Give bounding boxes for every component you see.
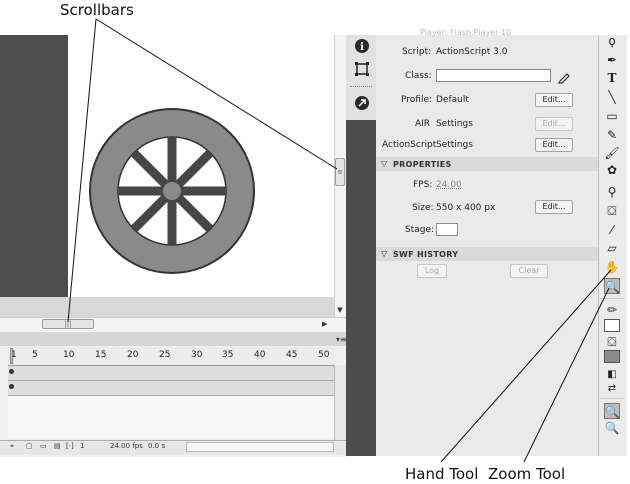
line-icon[interactable]: ╲ xyxy=(604,89,620,105)
elapsed-time: 0.0 s xyxy=(148,442,166,450)
timeline-empty-area xyxy=(8,397,334,439)
bone-icon[interactable]: ⚲ xyxy=(604,184,620,200)
size-edit-button[interactable]: Edit... xyxy=(535,200,573,214)
delete-layer-icon[interactable]: ▤ xyxy=(54,442,61,450)
size-value: 550 x 400 px xyxy=(436,203,496,213)
fps-label: FPS: xyxy=(413,180,433,190)
timeline-tick: 1 xyxy=(11,350,17,360)
wheel-hub xyxy=(163,182,181,200)
hand-tool-callout: Hand Tool xyxy=(405,465,479,483)
zoom-in-option-icon[interactable]: 🔍 xyxy=(604,403,620,419)
rectangle-icon[interactable]: ▭ xyxy=(604,108,620,124)
clear-button[interactable]: Clear xyxy=(510,264,548,278)
hand-icon[interactable]: ✋ xyxy=(604,259,620,275)
scrollbars-callout: Scrollbars xyxy=(60,1,134,19)
actionscript-edit-button[interactable]: Edit... xyxy=(535,138,573,152)
timeline-layer-row[interactable] xyxy=(8,366,334,381)
profile-label: Profile: xyxy=(401,95,433,105)
stage-horizontal-scroll-thumb[interactable]: ||| xyxy=(42,319,94,329)
zoom-icon[interactable]: 🔍 xyxy=(604,278,620,294)
svg-text:i: i xyxy=(360,42,364,53)
player-label: Player: Flash Player 10 xyxy=(420,28,512,37)
onion-skin-icon[interactable]: ⌖ xyxy=(10,442,14,451)
actionscript-settings-value: Settings xyxy=(436,140,473,150)
pen-icon[interactable]: ✒ xyxy=(604,52,620,68)
timeline-tick: 20 xyxy=(127,350,139,360)
brush-icon[interactable]: 🖌 xyxy=(604,145,620,161)
scroll-down-arrow-icon[interactable]: ▼ xyxy=(336,306,344,314)
timeline-tick: 10 xyxy=(63,350,75,360)
stage-vertical-scroll-thumb[interactable]: ≡ xyxy=(335,158,345,186)
zoom-tool-callout: Zoom Tool xyxy=(488,465,566,483)
profile-edit-button[interactable]: Edit... xyxy=(535,93,573,107)
paint-bucket-icon[interactable]: ⛋ xyxy=(604,203,620,219)
lasso-icon[interactable]: ϙ xyxy=(604,33,620,49)
strip-separator xyxy=(350,86,372,88)
timeline-tick: 5 xyxy=(32,350,38,360)
stage-canvas[interactable] xyxy=(68,35,334,297)
properties-section-title: PROPERTIES xyxy=(393,160,452,169)
timeline-horizontal-scrollbar[interactable] xyxy=(186,442,334,452)
pencil-edit-icon[interactable] xyxy=(557,69,571,84)
stroke-swatch[interactable] xyxy=(604,319,620,335)
edit-markers-icon[interactable]: [·] xyxy=(66,442,74,450)
timeline-tick: 50 xyxy=(318,350,330,360)
transform-icon[interactable] xyxy=(354,61,370,77)
air-settings-value: Settings xyxy=(436,119,473,129)
log-button[interactable]: Log xyxy=(417,264,447,278)
fps-value[interactable]: 24.00 xyxy=(436,180,462,190)
timeline-tick: 35 xyxy=(222,350,234,360)
class-label: Class: xyxy=(405,71,432,81)
timeline-tick: 30 xyxy=(191,350,203,360)
air-label: AIR xyxy=(415,119,431,129)
deco-icon[interactable]: ✿ xyxy=(604,162,620,178)
eyedropper-icon[interactable]: ⁄ xyxy=(604,222,620,238)
info-icon[interactable]: i xyxy=(354,38,370,54)
timeline-tick: 40 xyxy=(254,350,266,360)
motion-editor-icon[interactable] xyxy=(354,95,370,111)
script-value: ActionScript 3.0 xyxy=(436,47,508,57)
stage-color-swatch[interactable] xyxy=(436,223,458,236)
new-layer-icon[interactable]: ▢ xyxy=(26,442,33,450)
air-edit-button[interactable]: Edit... xyxy=(535,117,573,131)
eraser-icon[interactable]: ▱ xyxy=(604,240,620,256)
swap-colors-icon[interactable]: ⇄ xyxy=(604,381,620,397)
collapse-triangle-icon[interactable]: ▽ xyxy=(381,159,387,168)
tool-separator xyxy=(600,298,624,299)
current-frame: 1 xyxy=(80,442,85,450)
timeline-tick: 15 xyxy=(95,350,107,360)
frame-rate: 24.00 fps xyxy=(110,442,143,450)
panel-menu-icon[interactable]: ▾≡ xyxy=(336,335,347,345)
fill-swatch[interactable] xyxy=(604,350,620,366)
timeline-tick: 45 xyxy=(286,350,298,360)
new-folder-icon[interactable]: ▭ xyxy=(40,442,47,450)
keyframe-icon xyxy=(9,384,14,389)
wheel-graphic[interactable] xyxy=(68,35,334,297)
stage-label: Stage: xyxy=(405,225,435,235)
fill-color-icon[interactable]: ⛋ xyxy=(604,334,620,350)
scroll-right-arrow-icon[interactable]: ▶ xyxy=(322,319,330,329)
class-field[interactable] xyxy=(436,69,551,82)
profile-value: Default xyxy=(436,95,469,105)
keyframe-icon xyxy=(9,369,14,374)
collapse-triangle-icon[interactable]: ▽ xyxy=(381,249,387,258)
timeline-header xyxy=(0,334,346,346)
actionscript-label: ActionScript xyxy=(382,140,437,150)
size-label: Size: xyxy=(412,203,434,213)
stroke-color-icon[interactable]: ✏ xyxy=(604,302,620,318)
pencil-icon[interactable]: ✎ xyxy=(604,127,620,143)
pasteboard xyxy=(0,35,68,297)
zoom-out-option-icon[interactable]: 🔍 xyxy=(604,420,620,436)
timeline-tick: 25 xyxy=(159,350,171,360)
text-icon[interactable]: T xyxy=(604,70,620,86)
swf-history-section-title: SWF HISTORY xyxy=(393,250,459,259)
timeline-layer-row[interactable] xyxy=(8,381,334,396)
tool-separator xyxy=(600,398,624,399)
script-label: Script: xyxy=(402,47,432,57)
